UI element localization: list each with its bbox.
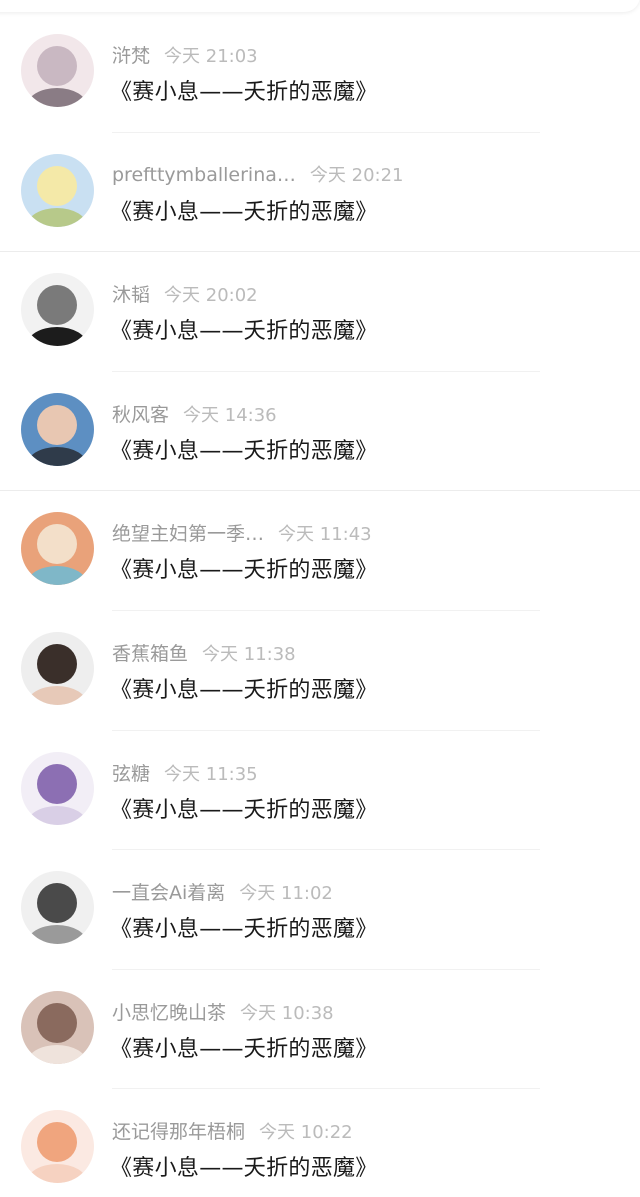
comment-meta: 浒梵 今天 21:03 [112,41,258,68]
comment-item[interactable]: 秋风客 今天 14:36 《赛小息——夭折的恶魔》 [0,372,640,492]
comment-item[interactable]: 浒梵 今天 21:03 《赛小息——夭折的恶魔》 [0,13,640,133]
comment-meta: prefttymballerina… 今天 20:21 [112,161,404,187]
avatar[interactable] [21,512,94,586]
timestamp: 今天 14:36 [183,404,277,426]
user-name[interactable]: 小思忆晚山茶 [112,1002,226,1024]
user-name[interactable]: prefttymballerina… [112,164,296,186]
comment-meta: 一直会Ai着离 今天 11:02 [112,878,333,905]
comment-meta: 秋风客 今天 14:36 [112,400,277,427]
comment-title[interactable]: 《赛小息——夭折的恶魔》 [110,792,378,824]
comment-item[interactable]: 还记得那年梧桐 今天 10:22 《赛小息——夭折的恶魔》 [0,1089,640,1197]
comment-title[interactable]: 《赛小息——夭折的恶魔》 [110,194,378,226]
user-name[interactable]: 弦糖 [112,763,150,785]
avatar[interactable] [21,751,94,825]
avatar-shape [37,46,77,86]
comment-title[interactable]: 《赛小息——夭折的恶魔》 [110,74,378,106]
comment-title[interactable]: 《赛小息——夭折的恶魔》 [110,552,378,584]
timestamp: 今天 11:02 [239,883,333,905]
avatar[interactable] [21,153,94,227]
avatar-shape [37,643,77,684]
avatar[interactable] [21,392,94,466]
comment-title[interactable]: 《赛小息——夭折的恶魔》 [110,911,378,943]
comment-meta: 香蕉箱鱼 今天 11:38 [112,639,296,666]
comment-title[interactable]: 《赛小息——夭折的恶魔》 [110,313,378,345]
user-name[interactable]: 香蕉箱鱼 [112,643,188,665]
avatar[interactable] [21,990,94,1064]
comment-meta: 还记得那年梧桐 今天 10:22 [112,1117,353,1144]
timestamp: 今天 20:21 [309,164,404,186]
avatar-shape [37,285,77,326]
avatar[interactable] [21,871,94,945]
comment-meta: 弦糖 今天 11:35 [112,759,258,786]
avatar-shape [37,1122,77,1163]
user-name[interactable]: 一直会Ai着离 [112,882,225,904]
comment-title[interactable]: 《赛小息——夭折的恶魔》 [110,1150,378,1182]
user-name[interactable]: 还记得那年梧桐 [112,1121,245,1143]
timestamp: 今天 11:35 [164,763,258,785]
comment-title[interactable]: 《赛小息——夭折的恶魔》 [110,672,378,704]
user-name[interactable]: 浒梵 [112,45,150,67]
avatar-shape [37,524,77,565]
avatar[interactable] [21,631,94,705]
timestamp: 今天 10:22 [259,1122,353,1144]
timestamp: 今天 10:38 [240,1002,334,1024]
comment-meta: 沐韬 今天 20:02 [112,280,258,307]
avatar-shape [37,404,77,445]
avatar-shape [37,1002,77,1043]
avatar-shape [37,883,77,924]
top-card [0,0,640,12]
comment-item[interactable]: 弦糖 今天 11:35 《赛小息——夭折的恶魔》 [0,731,640,851]
comment-title[interactable]: 《赛小息——夭折的恶魔》 [110,1031,378,1063]
comment-item[interactable]: 一直会Ai着离 今天 11:02 《赛小息——夭折的恶魔》 [0,850,640,970]
timestamp: 今天 11:43 [278,524,372,546]
user-name[interactable]: 绝望主妇第一季… [112,523,264,545]
comment-item[interactable]: 小思忆晚山茶 今天 10:38 《赛小息——夭折的恶魔》 [0,970,640,1090]
avatar[interactable] [21,1110,94,1184]
avatar[interactable] [21,34,94,107]
avatar-shape [37,165,77,206]
comment-item[interactable]: 香蕉箱鱼 今天 11:38 《赛小息——夭折的恶魔》 [0,611,640,731]
timestamp: 今天 11:38 [202,643,296,665]
user-name[interactable]: 秋风客 [112,404,169,426]
avatar-shape [37,763,77,804]
timestamp: 今天 21:03 [164,46,258,67]
comment-item[interactable]: 绝望主妇第一季… 今天 11:43 《赛小息——夭折的恶魔》 [0,491,640,611]
timestamp: 今天 20:02 [164,285,258,307]
comment-item[interactable]: prefttymballerina… 今天 20:21 《赛小息——夭折的恶魔》 [0,133,640,253]
comment-title[interactable]: 《赛小息——夭折的恶魔》 [110,433,378,465]
comment-meta: 绝望主妇第一季… 今天 11:43 [112,519,372,546]
user-name[interactable]: 沐韬 [112,284,150,306]
comment-item[interactable]: 沐韬 今天 20:02 《赛小息——夭折的恶魔》 [0,252,640,372]
avatar[interactable] [21,273,94,347]
comment-list: 浒梵 今天 21:03 《赛小息——夭折的恶魔》 prefttymballerin… [0,13,640,1197]
comment-meta: 小思忆晚山茶 今天 10:38 [112,998,334,1025]
